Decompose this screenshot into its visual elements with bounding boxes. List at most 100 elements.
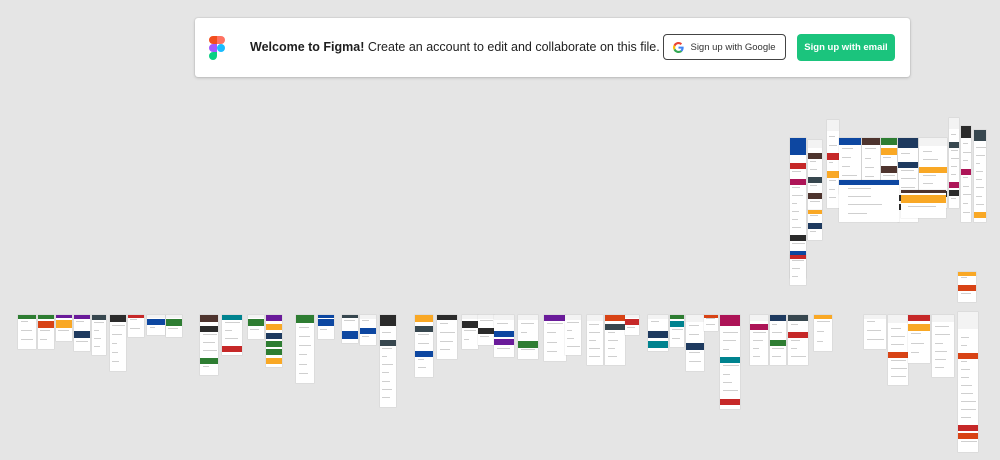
- design-frame-thumbnail[interactable]: [648, 315, 668, 351]
- thumbnail-header: [919, 138, 947, 146]
- design-frame-thumbnail[interactable]: [147, 315, 165, 335]
- design-frame-thumbnail[interactable]: [437, 315, 457, 359]
- design-frame-thumbnail[interactable]: [720, 315, 740, 409]
- design-frame-thumbnail[interactable]: [360, 315, 376, 345]
- design-frame-thumbnail[interactable]: [961, 126, 971, 222]
- design-frame-thumbnail[interactable]: [110, 315, 126, 371]
- design-frame-thumbnail[interactable]: [958, 272, 976, 302]
- design-frame-thumbnail[interactable]: [888, 315, 908, 385]
- design-frame-thumbnail[interactable]: [958, 312, 978, 452]
- thumbnail-text-line: [521, 323, 534, 324]
- design-frame-thumbnail[interactable]: [814, 315, 832, 351]
- design-frame-thumbnail[interactable]: [587, 315, 603, 365]
- design-frame-thumbnail[interactable]: [518, 315, 538, 359]
- thumbnail-text-line: [829, 189, 835, 190]
- design-frame-thumbnail[interactable]: [625, 315, 639, 335]
- design-frame-thumbnail[interactable]: [380, 315, 396, 407]
- design-frame-thumbnail[interactable]: [908, 315, 930, 363]
- thumbnail-text-line: [901, 170, 914, 171]
- thumbnail-text-line: [891, 360, 906, 361]
- design-frame-thumbnail[interactable]: [565, 315, 581, 355]
- design-frame-thumbnail[interactable]: [864, 315, 886, 349]
- design-frame-thumbnail[interactable]: [266, 315, 282, 367]
- thumbnail-block: [908, 324, 930, 331]
- thumbnail-text-line: [901, 187, 915, 188]
- thumbnail-text-line: [608, 348, 615, 349]
- thumbnail-text-line: [842, 157, 851, 158]
- thumbnail-header: [18, 315, 36, 319]
- design-frame-thumbnail[interactable]: [248, 315, 264, 339]
- thumbnail-text-line: [865, 167, 874, 168]
- design-frame-thumbnail[interactable]: [974, 130, 986, 222]
- thumbnail-header: [380, 315, 396, 326]
- design-frame-thumbnail[interactable]: [788, 315, 808, 365]
- thumbnail-text-line: [547, 351, 557, 352]
- design-frame-thumbnail[interactable]: [462, 315, 478, 349]
- thumbnail-text-line: [723, 349, 729, 350]
- design-frame-thumbnail[interactable]: [686, 315, 704, 371]
- design-frame-thumbnail[interactable]: [318, 315, 334, 339]
- thumbnail-text-line: [911, 352, 919, 353]
- design-frame-thumbnail[interactable]: [38, 315, 54, 349]
- design-frame-thumbnail[interactable]: [18, 315, 36, 349]
- thumbnail-text-line: [21, 330, 32, 331]
- thumbnail-text-line: [951, 174, 956, 175]
- thumbnail-text-line: [908, 206, 936, 207]
- thumbnail-header: [862, 138, 880, 145]
- design-frame-thumbnail[interactable]: [808, 210, 822, 240]
- design-frame-thumbnail[interactable]: [704, 315, 718, 331]
- thumbnail-block: [266, 333, 282, 339]
- thumbnail-text-line: [961, 385, 972, 386]
- thumbnail-header: [56, 315, 72, 318]
- design-frame-thumbnail[interactable]: [56, 315, 72, 341]
- design-frame-thumbnail[interactable]: [342, 315, 358, 343]
- thumbnail-text-line: [963, 194, 971, 195]
- design-frame-thumbnail[interactable]: [605, 315, 625, 365]
- thumbnail-text-line: [567, 346, 580, 347]
- design-frame-thumbnail[interactable]: [478, 315, 494, 345]
- thumbnail-text-line: [706, 318, 715, 319]
- design-frame-thumbnail[interactable]: [790, 255, 806, 285]
- design-frame-thumbnail[interactable]: [770, 315, 786, 365]
- thumbnail-text-line: [829, 197, 836, 198]
- design-frame-thumbnail[interactable]: [901, 190, 946, 218]
- thumbnail-text-line: [480, 320, 493, 321]
- design-frame-thumbnail[interactable]: [827, 120, 839, 208]
- thumbnail-text-line: [791, 356, 806, 357]
- thumbnail-text-line: [951, 150, 958, 151]
- thumbnail-text-line: [935, 359, 946, 360]
- thumbnail-block: [518, 341, 538, 348]
- design-frame-thumbnail[interactable]: [200, 315, 218, 375]
- design-frame-thumbnail[interactable]: [670, 315, 684, 347]
- design-frame-thumbnail[interactable]: [949, 118, 959, 208]
- thumbnail-block: [415, 326, 433, 332]
- design-frame-thumbnail[interactable]: [808, 140, 822, 210]
- thumbnail-text-line: [951, 198, 956, 199]
- thumbnail-text-line: [923, 183, 933, 184]
- design-frame-thumbnail[interactable]: [128, 315, 144, 337]
- thumbnail-block: [342, 331, 358, 339]
- thumbnail-block: [462, 321, 478, 328]
- thumbnail-text-line: [753, 332, 766, 333]
- thumbnail-block: [56, 320, 72, 328]
- thumbnail-text-line: [362, 320, 369, 321]
- design-frame-thumbnail[interactable]: [296, 315, 314, 383]
- design-frame-thumbnail[interactable]: [932, 315, 954, 377]
- design-frame-thumbnail[interactable]: [222, 315, 242, 355]
- design-frame-thumbnail[interactable]: [839, 180, 899, 222]
- thumbnail-text-line: [225, 338, 238, 339]
- thumbnail-text-line: [810, 215, 818, 216]
- signup-google-button[interactable]: Sign up with Google: [663, 34, 786, 60]
- design-frame-thumbnail[interactable]: [415, 315, 433, 377]
- design-frame-thumbnail[interactable]: [494, 315, 514, 357]
- thumbnail-block: [808, 177, 822, 183]
- thumbnail-text-line: [961, 393, 973, 394]
- thumbnail-block: [949, 182, 959, 188]
- design-frame-thumbnail[interactable]: [166, 315, 182, 337]
- design-frame-thumbnail[interactable]: [750, 315, 768, 365]
- design-frame-thumbnail[interactable]: [74, 315, 90, 351]
- signup-email-button[interactable]: Sign up with email: [797, 34, 895, 61]
- thumbnail-header: [200, 315, 218, 322]
- design-frame-thumbnail[interactable]: [544, 315, 566, 361]
- design-frame-thumbnail[interactable]: [92, 315, 106, 355]
